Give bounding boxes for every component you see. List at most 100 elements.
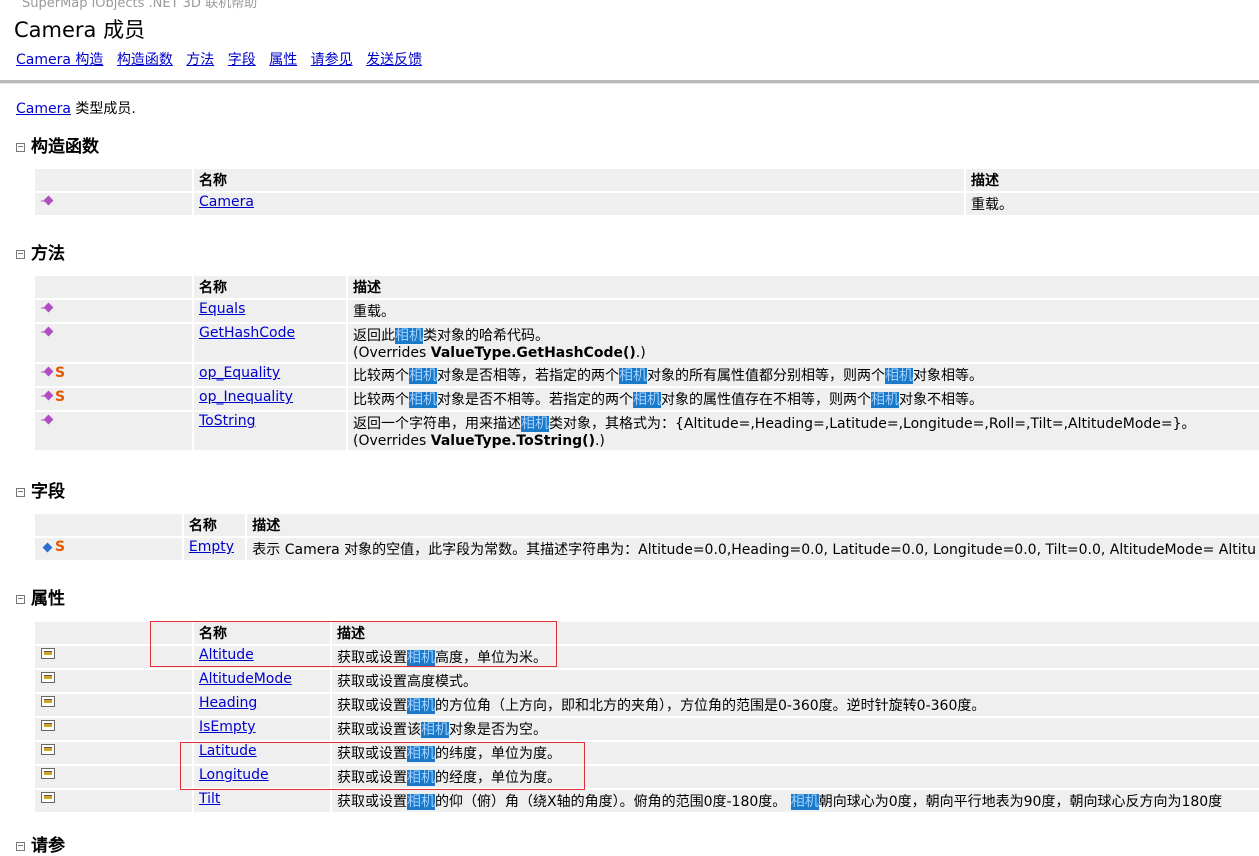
table-row: AltitudeMode 获取或设置高度模式。 bbox=[35, 670, 1259, 692]
member-link-empty[interactable]: Empty bbox=[189, 539, 234, 555]
collapse-icon[interactable]: − bbox=[16, 841, 25, 851]
desc-text: 返回此 bbox=[353, 328, 395, 344]
member-link-isempty[interactable]: IsEmpty bbox=[199, 719, 256, 735]
name-cell: op_Equality bbox=[194, 364, 346, 386]
icon-header-cell bbox=[35, 276, 192, 298]
section-fields-header[interactable]: − 字段 bbox=[16, 477, 65, 502]
section-methods-header[interactable]: − 方法 bbox=[16, 239, 65, 264]
table-row: Equals 重载。 bbox=[35, 300, 1259, 322]
desc-cell: 获取或设置相机的方位角（上方向，即和北方的夹角），方位角的范围是0-360度。逆… bbox=[332, 694, 1259, 716]
table-row: ToString 返回一个字符串，用来描述相机类对象，其格式为：{Altitud… bbox=[35, 412, 1259, 450]
nav-link-camera-ctor[interactable]: Camera 构造 bbox=[16, 52, 103, 68]
name-cell: IsEmpty bbox=[194, 718, 330, 740]
public-field-icon bbox=[42, 542, 53, 553]
search-highlight: 相机 bbox=[407, 698, 435, 714]
public-property-icon bbox=[41, 719, 55, 731]
table-row: GetHashCode 返回此相机类对象的哈希代码。 (Overrides Val… bbox=[35, 324, 1259, 362]
collapse-icon[interactable]: − bbox=[16, 487, 25, 497]
icon-header-cell bbox=[35, 514, 182, 536]
desc-cell: 返回一个字符串，用来描述相机类对象，其格式为：{Altitude=,Headin… bbox=[348, 412, 1259, 450]
static-icon: S bbox=[55, 389, 66, 405]
name-cell: Camera bbox=[194, 193, 964, 215]
static-icon: S bbox=[55, 365, 66, 381]
member-icon-cell bbox=[35, 412, 192, 450]
name-cell: Heading bbox=[194, 694, 330, 716]
member-icon-cell bbox=[35, 670, 192, 692]
section-title: 方法 bbox=[31, 244, 65, 264]
member-link-op-inequality[interactable]: op_Inequality bbox=[199, 389, 293, 405]
section-title: 请参 bbox=[31, 836, 65, 856]
search-highlight: 相机 bbox=[407, 794, 435, 810]
intro-suffix: 类型成员. bbox=[70, 101, 136, 117]
search-highlight: 相机 bbox=[421, 722, 449, 738]
member-link-altitudemode[interactable]: AltitudeMode bbox=[199, 671, 292, 687]
member-link-tostring[interactable]: ToString bbox=[199, 413, 256, 429]
table-row: S Empty 表示 Camera 对象的空值，此字段为常数。其描述字符串为：A… bbox=[35, 538, 1259, 560]
section-constructors-header[interactable]: − 构造函数 bbox=[16, 132, 99, 157]
table-header-row: 名称 描述 bbox=[35, 514, 1259, 536]
header-divider bbox=[0, 80, 1259, 84]
search-highlight: 相机 bbox=[409, 368, 437, 384]
nav-link-feedback[interactable]: 发送反馈 bbox=[366, 52, 422, 68]
public-property-icon bbox=[41, 791, 55, 803]
collapse-icon[interactable]: − bbox=[16, 594, 25, 604]
public-method-icon bbox=[41, 367, 53, 377]
member-icon-cell bbox=[35, 766, 192, 788]
section-properties-header[interactable]: − 属性 bbox=[16, 584, 65, 609]
public-method-icon bbox=[41, 303, 53, 313]
search-highlight: 相机 bbox=[619, 368, 647, 384]
member-icon-cell: S bbox=[35, 538, 182, 560]
annotation-box-altitude bbox=[150, 621, 557, 667]
search-highlight: 相机 bbox=[409, 392, 437, 408]
table-row: Tilt 获取或设置相机的仰（俯）角（绕X轴的角度）。俯角的范围0度-180度。 … bbox=[35, 790, 1259, 812]
member-link-op-equality[interactable]: op_Equality bbox=[199, 365, 280, 381]
search-highlight: 相机 bbox=[633, 392, 661, 408]
section-see-also-header[interactable]: − 请参 bbox=[16, 831, 65, 856]
member-link-equals[interactable]: Equals bbox=[199, 301, 245, 317]
member-link-camera[interactable]: Camera bbox=[199, 194, 254, 210]
nav-link-fields[interactable]: 字段 bbox=[228, 52, 256, 68]
desc-header: 描述 bbox=[348, 276, 1259, 298]
icon-header-cell bbox=[35, 169, 192, 191]
desc-cell: 比较两个相机对象是否相等，若指定的两个相机对象的所有属性值都分别相等，则两个相机… bbox=[348, 364, 1259, 386]
collapse-icon[interactable]: − bbox=[16, 249, 25, 259]
public-method-icon bbox=[41, 415, 53, 425]
table-row: S op_Equality 比较两个相机对象是否相等，若指定的两个相机对象的所有… bbox=[35, 364, 1259, 386]
static-icon: S bbox=[55, 539, 66, 555]
desc-header: 描述 bbox=[966, 169, 1259, 191]
member-link-heading[interactable]: Heading bbox=[199, 695, 257, 711]
nav-link-see-also[interactable]: 请参见 bbox=[311, 52, 353, 68]
search-highlight: 相机 bbox=[790, 794, 819, 810]
member-icon-cell bbox=[35, 193, 192, 215]
member-icon-cell bbox=[35, 300, 192, 322]
table-header-row: 名称 描述 bbox=[35, 276, 1259, 298]
desc-cell: 返回此相机类对象的哈希代码。 (Overrides ValueType.GetHa… bbox=[348, 324, 1259, 362]
public-property-icon bbox=[41, 767, 55, 779]
table-header-row: 名称 描述 bbox=[35, 169, 1259, 191]
name-cell: Empty bbox=[183, 538, 246, 560]
name-header: 名称 bbox=[194, 169, 964, 191]
member-icon-cell bbox=[35, 790, 192, 812]
desc-cell: 表示 Camera 对象的空值，此字段为常数。其描述字符串为：Altitude=… bbox=[247, 538, 1259, 560]
table-row: S op_Inequality 比较两个相机对象是否不相等。若指定的两个相机对象… bbox=[35, 388, 1259, 410]
member-link-tilt[interactable]: Tilt bbox=[199, 791, 220, 807]
table-row: IsEmpty 获取或设置该相机对象是否为空。 bbox=[35, 718, 1259, 740]
member-link-gethashcode[interactable]: GetHashCode bbox=[199, 325, 295, 341]
search-highlight: 相机 bbox=[395, 328, 423, 344]
nav-link-methods[interactable]: 方法 bbox=[186, 52, 214, 68]
search-highlight: 相机 bbox=[871, 392, 899, 408]
name-cell: ToString bbox=[194, 412, 346, 450]
annotation-box-lat-lon bbox=[180, 742, 585, 790]
camera-type-link[interactable]: Camera bbox=[16, 101, 71, 117]
search-highlight: 相机 bbox=[885, 368, 913, 384]
nav-link-properties[interactable]: 属性 bbox=[269, 52, 297, 68]
breadcrumb: SuperMap iObjects .NET 3D 联机帮助 bbox=[22, 0, 258, 11]
nav-link-constructors[interactable]: 构造函数 bbox=[117, 52, 173, 68]
name-cell: GetHashCode bbox=[194, 324, 346, 362]
collapse-icon[interactable]: − bbox=[16, 142, 25, 152]
table-row: Camera 重载。 bbox=[35, 193, 1259, 215]
member-icon-cell bbox=[35, 718, 192, 740]
desc-cell: 重载。 bbox=[966, 193, 1259, 215]
public-property-icon bbox=[41, 743, 55, 755]
desc-cell: 比较两个相机对象是否不相等。若指定的两个相机对象的属性值存在不相等，则两个相机对… bbox=[348, 388, 1259, 410]
